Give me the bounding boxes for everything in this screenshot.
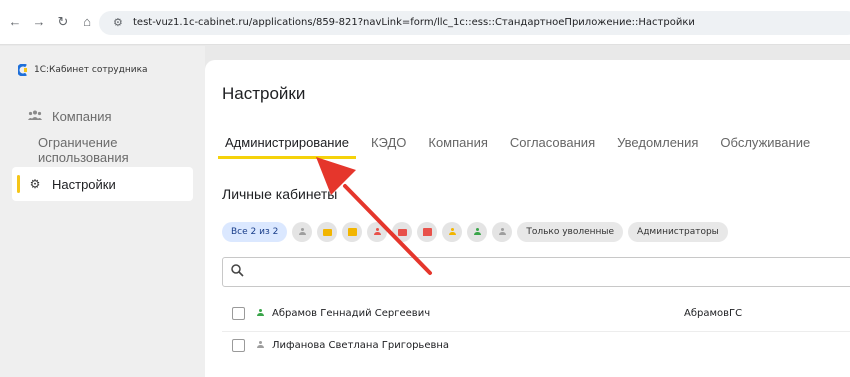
- page-title: Настройки: [222, 84, 306, 103]
- filter-chips: Все 2 из 2 Только уволенные Администрато…: [222, 222, 728, 242]
- sidebar-item-label: Ограничение использования: [38, 135, 129, 165]
- tab-maintenance[interactable]: Обслуживание: [713, 131, 817, 157]
- main-panel: [205, 60, 850, 377]
- sidebar-item-label: Компания: [52, 108, 112, 124]
- filter-chip-person-gray[interactable]: [292, 222, 313, 242]
- person-icon: [448, 228, 456, 236]
- filter-chip-person-yellow[interactable]: [442, 222, 463, 242]
- section-title: Личные кабинеты: [222, 186, 338, 202]
- person-icon: [257, 341, 264, 349]
- sidebar: [0, 46, 205, 377]
- tab-administration[interactable]: Администрирование: [218, 131, 356, 159]
- sidebar-item-company[interactable]: Компания: [12, 99, 193, 133]
- mail-icon: [397, 228, 407, 236]
- user-name: Лифанова Светлана Григорьевна: [272, 339, 450, 351]
- tab-approvals[interactable]: Согласования: [503, 131, 602, 157]
- reload-icon[interactable]: ↻: [56, 15, 70, 29]
- person-icon: [298, 228, 306, 236]
- tab-kedo[interactable]: КЭДО: [364, 131, 413, 157]
- mail-icon: [322, 228, 332, 236]
- sidebar-item-label: Настройки: [52, 176, 116, 192]
- user-login: АбрамовГС: [684, 307, 743, 319]
- table-row[interactable]: Абрамов Геннадий Сергеевич АбрамовГС: [222, 300, 850, 326]
- people-icon: [26, 109, 44, 123]
- row-checkbox[interactable]: [232, 338, 245, 352]
- tab-company[interactable]: Компания: [421, 131, 495, 157]
- person-icon: [373, 228, 381, 236]
- person-icon: [498, 228, 506, 236]
- user-name: Абрамов Геннадий Сергеевич: [272, 307, 431, 319]
- filter-chip-mail-yellow[interactable]: [317, 222, 338, 242]
- filter-chip-fired[interactable]: Только уволенные: [517, 222, 624, 242]
- filter-chip-chat-yellow[interactable]: [342, 222, 363, 242]
- search-input[interactable]: [222, 257, 850, 287]
- table-row[interactable]: Лифанова Светлана Григорьевна: [222, 332, 850, 358]
- person-icon: [257, 309, 264, 317]
- filter-chip-person-red[interactable]: [367, 222, 388, 242]
- filter-chip-person-green[interactable]: [467, 222, 488, 242]
- forward-arrow-icon[interactable]: →: [32, 15, 46, 29]
- home-icon[interactable]: ⌂: [80, 15, 94, 29]
- brand[interactable]: 1С:Кабинет сотрудника: [18, 64, 148, 76]
- filter-chip-mail-red[interactable]: [392, 222, 413, 242]
- url-text[interactable]: test-vuz1.1c-cabinet.ru/applications/859…: [133, 17, 695, 29]
- brand-logo-icon: [18, 64, 27, 76]
- sidebar-item-usage-limits[interactable]: Ограничение использования: [12, 133, 193, 167]
- chat-icon: [422, 228, 432, 236]
- row-checkbox[interactable]: [232, 306, 245, 320]
- filter-chip-all[interactable]: Все 2 из 2: [222, 222, 288, 242]
- site-settings-icon[interactable]: ⚙: [113, 17, 123, 29]
- brand-name: 1С:Кабинет сотрудника: [34, 65, 148, 75]
- gear-icon: ⚙: [29, 177, 41, 191]
- chat-icon: [347, 228, 357, 236]
- person-icon: [473, 228, 481, 236]
- browser-toolbar: ← → ↻ ⌂ ⚙ test-vuz1.1c-cabinet.ru/applic…: [0, 0, 850, 45]
- back-arrow-icon[interactable]: ←: [8, 15, 22, 29]
- tab-notifications[interactable]: Уведомления: [610, 131, 705, 157]
- filter-chip-admins[interactable]: Администраторы: [628, 222, 728, 242]
- tab-bar: Администрирование КЭДО Компания Согласов…: [218, 131, 825, 161]
- search-icon: [231, 264, 244, 280]
- filter-chip-chat-red[interactable]: [417, 222, 438, 242]
- filter-chip-person-gray2[interactable]: [492, 222, 513, 242]
- sidebar-item-settings[interactable]: ⚙ Настройки: [12, 167, 193, 201]
